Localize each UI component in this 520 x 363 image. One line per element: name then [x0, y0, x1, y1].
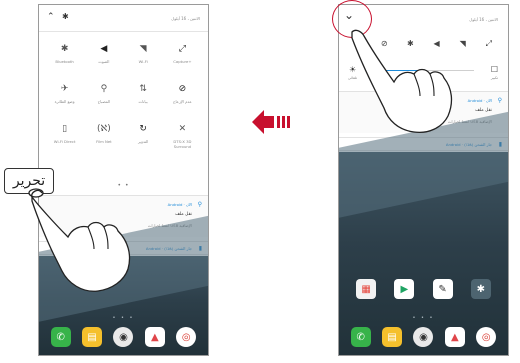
app-dock: ✆ ▤ ◉ ▲ ◎: [339, 327, 508, 349]
panel-header: ⌃ ✱ الاثنين ، 16 أيلول: [39, 5, 208, 32]
pen-app-icon[interactable]: ✎: [432, 279, 453, 299]
home-page-dots: • • •: [112, 315, 135, 321]
tile-label: الصوت: [98, 59, 110, 64]
wifi-direct-icon: ▯: [62, 124, 68, 134]
tile-label: بيانات: [138, 99, 148, 104]
flashlight-icon: ⚲: [100, 84, 108, 94]
square-label: تكبير: [490, 76, 498, 80]
pointing-hand-icon: [351, 29, 453, 134]
date-label: الاثنين ، 16 أيلول: [469, 17, 498, 22]
tile-label: DTS:X 3D Surround: [173, 139, 192, 149]
tile-label: Capture+: [173, 59, 192, 64]
phone-app-icon[interactable]: ✆: [350, 327, 371, 347]
tile-label: التدوير: [137, 139, 149, 144]
gallery-app-icon[interactable]: ▲: [444, 327, 465, 347]
capture-icon: ⤢: [178, 44, 186, 54]
tile-airplane[interactable]: ✈ وضع الطائرة: [45, 83, 84, 113]
tiles-app-icon[interactable]: ▦: [356, 279, 377, 299]
square-icon[interactable]: ☐: [491, 65, 498, 74]
surround-sound-icon: ✕: [178, 124, 187, 134]
tile-rotate[interactable]: ↻ التدوير: [124, 123, 163, 153]
home-screen: ▦ ▶ ✎ ✱ • • • ✆ ▤ ◉ ▲ ◎: [339, 152, 508, 355]
tile-sound[interactable]: ◀ الصوت: [84, 43, 123, 73]
usb-icon: ⚲: [197, 201, 202, 208]
pointing-hand-icon: [28, 188, 131, 292]
tile-label: Film Net: [96, 139, 112, 144]
back-arrow-icon: [252, 110, 290, 134]
gallery-app-icon[interactable]: ▲: [144, 327, 165, 347]
quick-settings-grid: ✱ Bluetooth ◀ الصوت ◥ Wi-Fi ⤢ Capture+ ✈ وضع …: [45, 43, 202, 153]
tile-flashlight[interactable]: ⚲ المصباح: [84, 83, 123, 113]
left-phone-screen: ⌃ ✱ الاثنين ، 16 أيلول ✱ Bluetooth ◀ الصوت…: [38, 4, 209, 356]
camera-app-icon[interactable]: ◉: [113, 327, 134, 347]
notification-title: نقل ملف: [475, 108, 492, 113]
notification-title: نقل ملف: [175, 212, 192, 217]
expand-chevron-icon[interactable]: ⌄: [344, 9, 354, 21]
do-not-disturb-icon: ⊘: [178, 84, 187, 94]
usb-icon: ⚲: [497, 97, 502, 104]
notification-app: Android · الآن: [467, 98, 492, 103]
phone-app-icon[interactable]: ✆: [50, 327, 71, 347]
tile-bluetooth[interactable]: ✱ Bluetooth: [45, 43, 84, 73]
app-dock: ✆ ▤ ◉ ▲ ◎: [39, 327, 208, 349]
chrome-app-icon[interactable]: ◎: [176, 327, 197, 347]
chrome-app-icon[interactable]: ◎: [476, 327, 497, 347]
home-app-grid: ▦ ▶ ✎ ✱: [339, 279, 508, 299]
tile-wifi[interactable]: ◥ Wi-Fi: [124, 43, 163, 73]
bluetooth-icon: ✱: [60, 44, 69, 54]
tile-label: Wi-Fi Direct: [53, 139, 76, 144]
tile-label: وضع الطائرة: [54, 99, 75, 104]
messages-app-icon[interactable]: ▤: [82, 327, 103, 347]
tile-surround[interactable]: ✕ DTS:X 3D Surround: [163, 123, 202, 153]
notification-app: Android · الآن: [167, 202, 192, 207]
tile-wifi-direct[interactable]: ▯ Wi-Fi Direct: [45, 123, 84, 153]
tile-capture[interactable]: ⤢ Capture+: [163, 43, 202, 73]
tile-dnd[interactable]: ⊘ عدم الإزعاج: [163, 83, 202, 113]
mobile-data-icon: ⇅: [139, 84, 147, 94]
settings-app-icon[interactable]: ✱: [470, 279, 491, 299]
nfc-icon: (ℵ): [97, 124, 111, 134]
collapse-chevron-icon[interactable]: ⌃: [47, 13, 55, 22]
tile-data[interactable]: ⇅ بيانات: [124, 83, 163, 113]
settings-gear-icon[interactable]: ✱: [62, 13, 69, 21]
volume-icon: ◀: [100, 44, 108, 54]
tile-nfc[interactable]: (ℵ) Film Net: [84, 123, 123, 153]
auto-rotate-icon: ↻: [139, 124, 147, 134]
tile-label: Wi-Fi: [138, 59, 148, 64]
camera-app-icon[interactable]: ◉: [413, 327, 434, 347]
date-label: الاثنين ، 16 أيلول: [171, 16, 200, 21]
tile-label: المصباح: [97, 99, 111, 104]
tile-label: Bluetooth: [55, 59, 74, 64]
home-page-dots: • • •: [412, 315, 435, 321]
tile-label: عدم الإزعاج: [173, 99, 192, 104]
capture-icon[interactable]: ⤢: [482, 39, 496, 49]
wifi-off-icon: ◥: [139, 44, 147, 54]
play-store-icon[interactable]: ▶: [394, 279, 415, 299]
messages-app-icon[interactable]: ▤: [382, 327, 403, 347]
airplane-mode-icon: ✈: [60, 84, 69, 94]
